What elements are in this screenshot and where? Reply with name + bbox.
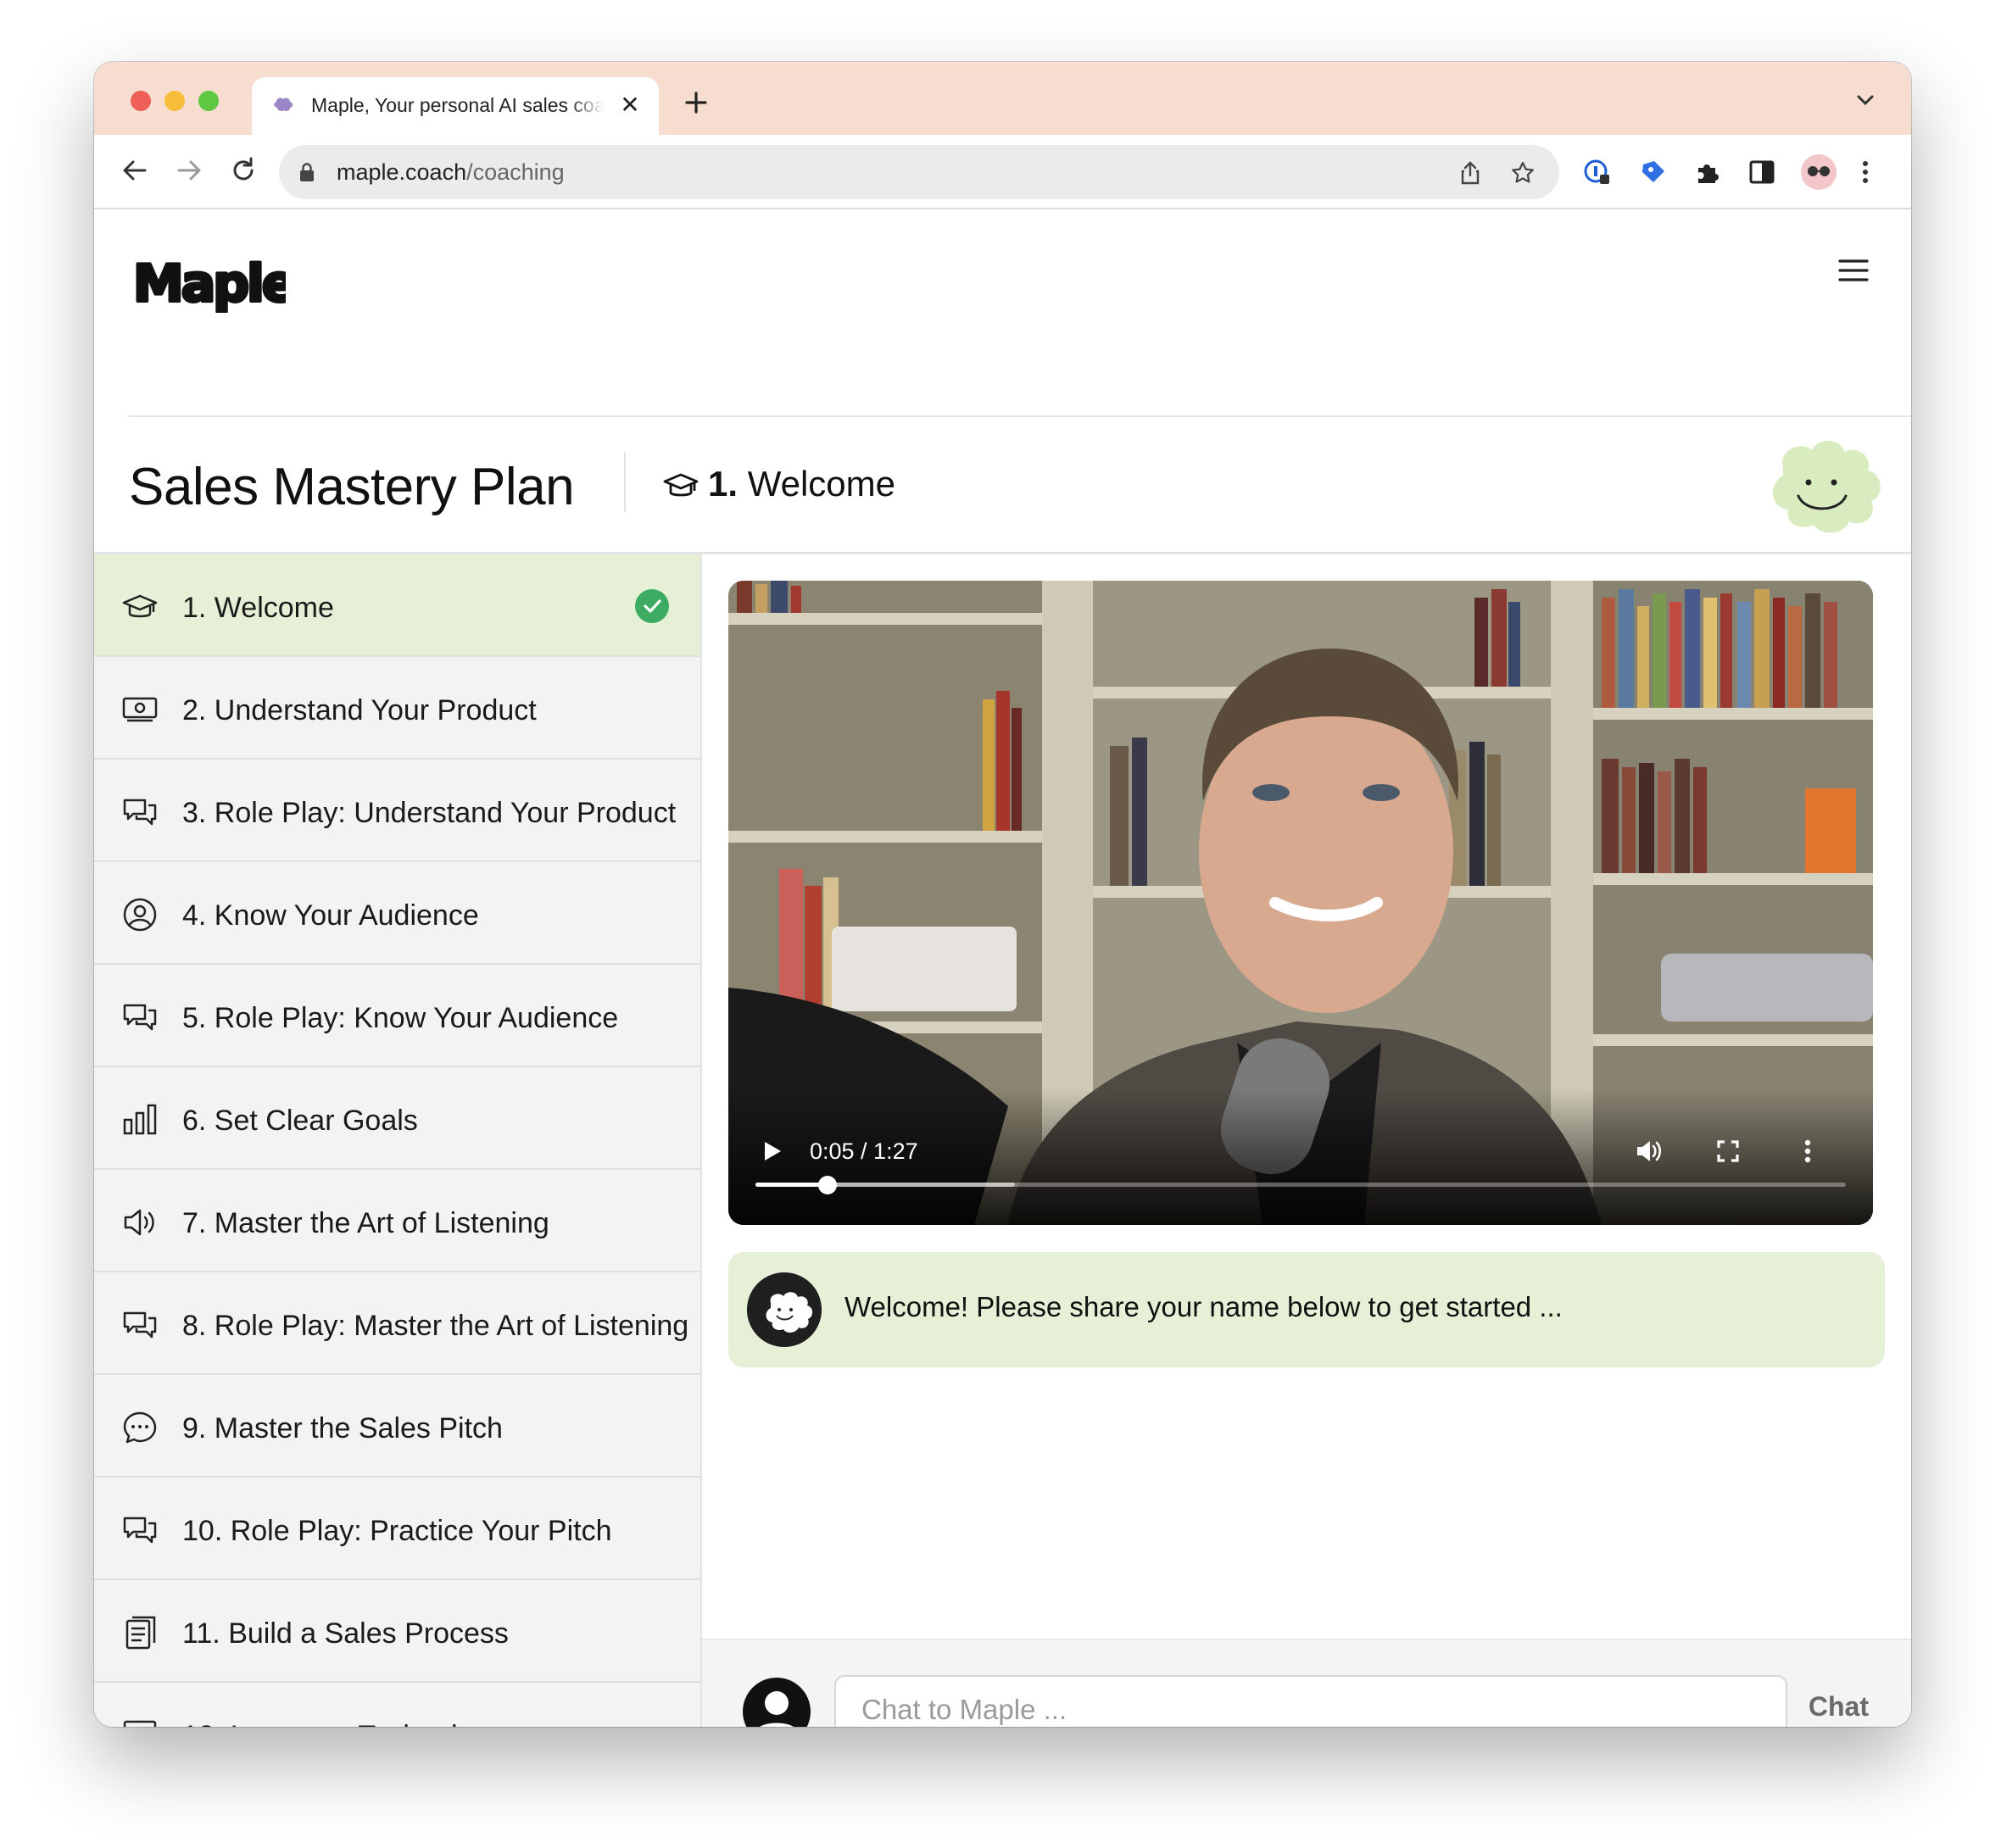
- browser-window: Maple, Your personal AI sales coach ✕ ma…: [94, 62, 1911, 1727]
- password-manager-extension-icon[interactable]: [1583, 158, 1612, 186]
- lesson-sidebar: 1. Welcome 2. Understand Your Product 3.…: [94, 554, 702, 1727]
- url-text: maple.coach/coaching: [337, 159, 565, 186]
- fullscreen-icon[interactable]: [1714, 1137, 1742, 1166]
- sidebar-item-label: 5. Role Play: Know Your Audience: [182, 1002, 619, 1034]
- more-options-icon[interactable]: [1793, 1137, 1822, 1166]
- graduation-cap-icon: [122, 594, 158, 618]
- reload-icon[interactable]: [228, 155, 259, 186]
- sidebar-item-role-play-listening[interactable]: 8. Role Play: Master the Art of Listenin…: [94, 1272, 700, 1375]
- maple-bot-avatar-icon: [747, 1272, 822, 1347]
- sidebar-item-label: 11. Build a Sales Process: [182, 1617, 509, 1650]
- speaker-icon: [124, 1209, 154, 1236]
- toy-car: [1661, 954, 1873, 1021]
- logo-wordmark: Maple: [133, 254, 286, 313]
- browser-tab[interactable]: Maple, Your personal AI sales coach ✕: [252, 77, 659, 135]
- sidebar-item-role-play-product[interactable]: 3. Role Play: Understand Your Product: [94, 760, 700, 862]
- seek-played: [755, 1183, 828, 1187]
- video-controls: 0:05 / 1:27: [728, 1089, 1873, 1225]
- sidebar-item-welcome[interactable]: 1. Welcome: [94, 554, 700, 657]
- sidebar-item-label: 3. Role Play: Understand Your Product: [182, 797, 677, 829]
- assistant-message: Welcome! Please share your name below to…: [728, 1252, 1885, 1367]
- profile-avatar-icon[interactable]: [1800, 153, 1837, 191]
- video-time: 0:05 / 1:27: [810, 1138, 918, 1164]
- sidebar-item-label: 10. Role Play: Practice Your Pitch: [182, 1515, 612, 1547]
- chat-bubbles-icon: [123, 1004, 157, 1031]
- title-separator: [624, 453, 626, 512]
- sidebar-item-sales-process[interactable]: 11. Build a Sales Process: [94, 1580, 700, 1683]
- sidebar-item-understand-product[interactable]: 2. Understand Your Product: [94, 657, 700, 760]
- maple-favicon-icon: [274, 97, 293, 111]
- header-divider: [128, 415, 1911, 417]
- minimize-window-button[interactable]: [164, 91, 185, 111]
- tab-list-chevron-icon[interactable]: [1855, 92, 1876, 108]
- page-content: Maple Sales Mastery Plan 1. Welcome 1. W…: [94, 209, 1911, 1727]
- share-icon[interactable]: [1458, 160, 1483, 186]
- user-circle-icon: [123, 898, 157, 932]
- sidebar-item-role-play-audience[interactable]: 5. Role Play: Know Your Audience: [94, 965, 700, 1067]
- message-text: Welcome! Please share your name below to…: [844, 1291, 1563, 1322]
- bar-chart-icon: [123, 1104, 157, 1135]
- tag-extension-icon[interactable]: [1639, 158, 1668, 186]
- tab-close-icon[interactable]: ✕: [618, 91, 642, 119]
- sidebar-item-leverage-technology[interactable]: 12. Leverage Technology: [94, 1683, 700, 1727]
- bookmark-star-icon[interactable]: [1510, 160, 1536, 186]
- sidebar-item-know-audience[interactable]: 4. Know Your Audience: [94, 862, 700, 965]
- volume-icon[interactable]: [1634, 1137, 1663, 1166]
- monitor-icon: [123, 1720, 157, 1727]
- hamburger-menu-icon[interactable]: [1838, 259, 1869, 282]
- sidebar-item-set-goals[interactable]: 6. Set Clear Goals: [94, 1067, 700, 1170]
- maple-logo[interactable]: Maple: [131, 252, 286, 313]
- sidebar-item-sales-pitch[interactable]: 9. Master the Sales Pitch: [94, 1375, 700, 1478]
- sidebar-item-label: 2. Understand Your Product: [182, 694, 537, 726]
- seek-thumb[interactable]: [817, 1176, 837, 1194]
- extensions-puzzle-icon[interactable]: [1693, 158, 1722, 186]
- forward-arrow-icon[interactable]: [174, 155, 204, 186]
- maple-mascot-icon: [1772, 440, 1881, 533]
- graduation-cap-icon: [663, 473, 699, 497]
- chat-input[interactable]: [834, 1675, 1787, 1727]
- address-bar[interactable]: maple.coach/coaching: [279, 145, 1559, 199]
- license-plate: [832, 927, 1017, 1011]
- new-tab-plus-icon[interactable]: [679, 86, 713, 120]
- sidebar-item-label: 7. Master the Art of Listening: [182, 1207, 549, 1239]
- lesson-title: Welcome: [747, 464, 895, 504]
- play-icon[interactable]: [762, 1140, 783, 1162]
- completed-check-icon: [635, 589, 669, 623]
- user-avatar-icon: [743, 1678, 811, 1727]
- speech-bubble-icon: [123, 1411, 157, 1444]
- money-icon: [122, 697, 158, 722]
- browser-toolbar: maple.coach/coaching: [94, 135, 1911, 209]
- sidebar-item-role-play-pitch[interactable]: 10. Role Play: Practice Your Pitch: [94, 1478, 700, 1580]
- current-lesson-breadcrumb: 1. Welcome: [708, 464, 895, 504]
- sidebar-item-label: 4. Know Your Audience: [182, 899, 479, 932]
- close-window-button[interactable]: [131, 91, 151, 111]
- sidebar-item-label: 12. Leverage Technology: [182, 1720, 504, 1727]
- chat-send-button[interactable]: Chat: [1809, 1691, 1869, 1723]
- browser-menu-icon[interactable]: [1851, 158, 1880, 186]
- lock-icon: [300, 163, 314, 181]
- sidebar-item-label: 6. Set Clear Goals: [182, 1105, 418, 1137]
- chat-bubbles-icon: [123, 1517, 157, 1544]
- sidebar-item-label: 1. Welcome: [182, 592, 334, 624]
- maximize-window-button[interactable]: [198, 91, 219, 111]
- seek-bar[interactable]: [755, 1176, 1846, 1194]
- video-player[interactable]: 0:05 / 1:27: [728, 581, 1873, 1225]
- side-panel-icon[interactable]: [1747, 158, 1776, 186]
- chat-composer: Chat: [702, 1639, 1911, 1727]
- back-arrow-icon[interactable]: [120, 155, 150, 186]
- sidebar-item-label: 9. Master the Sales Pitch: [182, 1412, 503, 1444]
- url-path: /coaching: [466, 159, 565, 185]
- lesson-number: 1.: [708, 464, 739, 504]
- chat-bubbles-icon: [123, 1311, 157, 1339]
- sidebar-item-listening[interactable]: 7. Master the Art of Listening: [94, 1170, 700, 1272]
- chat-bubbles-icon: [123, 799, 157, 826]
- tab-strip: Maple, Your personal AI sales coach ✕: [94, 62, 1911, 135]
- clipboard-icon: [125, 1616, 156, 1650]
- sidebar-item-label: 8. Role Play: Master the Art of Listenin…: [182, 1310, 689, 1342]
- page-title: Sales Mastery Plan: [129, 458, 575, 516]
- tab-title: Maple, Your personal AI sales coach: [311, 94, 604, 116]
- url-host: maple.coach: [337, 159, 467, 185]
